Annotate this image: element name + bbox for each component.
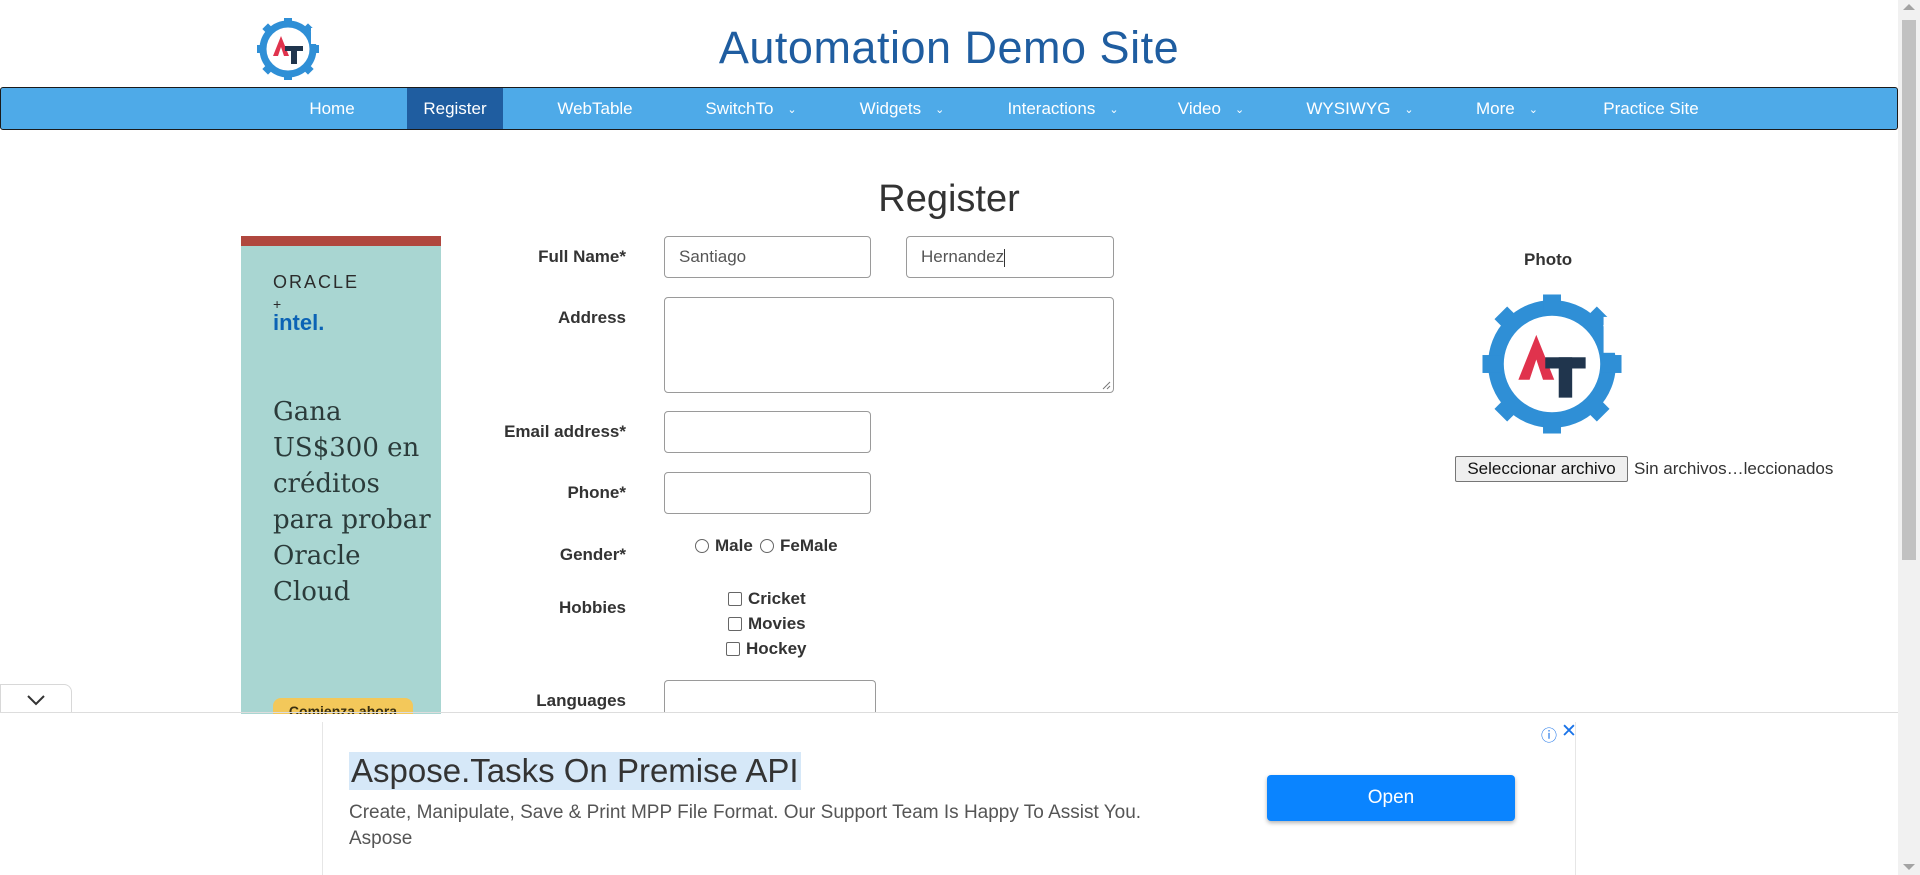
chevron-down-icon: ⌄ [1404,104,1414,116]
gender-female-radio[interactable] [760,539,774,553]
chevron-down-icon: ⌄ [935,104,945,116]
ad-open-button[interactable]: Open [1267,775,1515,821]
first-name-input[interactable]: Santiago [664,236,871,278]
gender-label: Gender* [559,545,626,564]
collapse-ad-button[interactable] [0,684,72,712]
scroll-up-arrow-icon[interactable] [1903,4,1915,10]
hobby-hockey-checkbox[interactable] [726,642,740,656]
gender-female-label: FeMale [780,536,838,555]
nav-widgets[interactable]: Widgets ⌄ [847,88,957,129]
page-title: Register [878,178,1020,220]
hobby-movies-checkbox[interactable] [728,617,742,631]
nav-wysiwyg[interactable]: WYSIWYG ⌄ [1295,88,1425,129]
nav-register[interactable]: Register [407,88,503,129]
nav-register-label: Register [423,99,487,118]
chevron-down-icon: ⌄ [787,104,797,116]
last-name-value: Hernandez [921,247,1005,266]
address-label: Address [557,308,626,327]
chevron-down-icon: ⌄ [1234,104,1245,116]
choose-file-button[interactable]: Seleccionar archivo [1455,456,1628,482]
last-name-input[interactable]: Hernandez [906,236,1114,278]
ad-close-icon[interactable]: ✕ [1561,720,1577,743]
languages-multiselect[interactable] [664,680,876,712]
nav-webtable[interactable]: WebTable [541,88,649,129]
ad-description-text: Create, Manipulate, Save & Print MPP Fil… [349,802,1142,823]
full-name-label: Full Name* [538,247,626,266]
nav-home[interactable]: Home [290,88,374,129]
photo-label: Photo [1524,250,1573,269]
resize-handle-icon[interactable] [1101,380,1111,390]
hobby-hockey-label: Hockey [746,639,807,658]
gender-male-radio[interactable] [695,539,709,553]
ad-title[interactable]: Aspose.Tasks On Premise API [349,752,801,790]
main-nav: Home Register WebTable SwitchTo ⌄ Widgets… [0,87,1898,130]
nav-interactions-label: Interactions [1007,99,1096,118]
banner-divider [0,712,1898,713]
ad-intel-logo: intel. [273,310,325,335]
hobbies-label: Hobbies [558,598,626,617]
nav-interactions[interactable]: Interactions ⌄ [993,88,1133,129]
gender-male-label: Male [715,536,753,555]
email-label: Email address* [504,422,626,441]
nav-practice-site-label: Practice Site [1603,99,1699,118]
nav-more[interactable]: More ⌄ [1463,88,1551,129]
file-status-text: Sin archivos…leccionados [1634,459,1834,478]
hobby-cricket-label: Cricket [748,589,806,608]
scrollbar-thumb[interactable] [1902,20,1916,560]
chevron-down-icon: ⌄ [1109,104,1119,116]
ad-oracle-logo: ORACLE [273,272,360,292]
ad-advertiser: Aspose [349,828,413,849]
nav-webtable-label: WebTable [557,99,633,118]
nav-practice-site[interactable]: Practice Site [1591,88,1711,129]
hobby-movies-label: Movies [748,614,806,633]
scroll-down-arrow-icon[interactable] [1903,864,1915,870]
ad-description: Create, Manipulate, Save & Print MPP Fil… [349,800,1249,852]
email-input[interactable] [664,411,871,453]
bottom-ad-banner[interactable]: ⓘ ✕ Aspose.Tasks On Premise API Create, … [322,720,1577,875]
chevron-down-icon: ⌄ [1528,104,1538,116]
phone-input[interactable] [664,472,871,514]
site-title: Automation Demo Site [718,22,1180,73]
text-cursor [1004,248,1006,267]
nav-switchto[interactable]: SwitchTo ⌄ [691,88,811,129]
address-textarea[interactable] [664,297,1114,393]
hobby-cricket-checkbox[interactable] [728,592,742,606]
photo-preview-image [1478,290,1626,438]
nav-switchto-label: SwitchTo [705,99,774,118]
languages-label: Languages [536,691,626,710]
ad-top-strip [241,236,441,246]
ad-info-icon[interactable]: ⓘ [1541,722,1557,746]
nav-home-label: Home [309,99,355,118]
nav-video-label: Video [1177,99,1221,118]
nav-wysiwyg-label: WYSIWYG [1306,99,1391,118]
nav-widgets-label: Widgets [859,99,922,118]
phone-label: Phone* [567,483,626,502]
nav-video[interactable]: Video ⌄ [1165,88,1257,129]
chevron-down-icon [27,695,45,706]
nav-more-label: More [1476,99,1515,118]
